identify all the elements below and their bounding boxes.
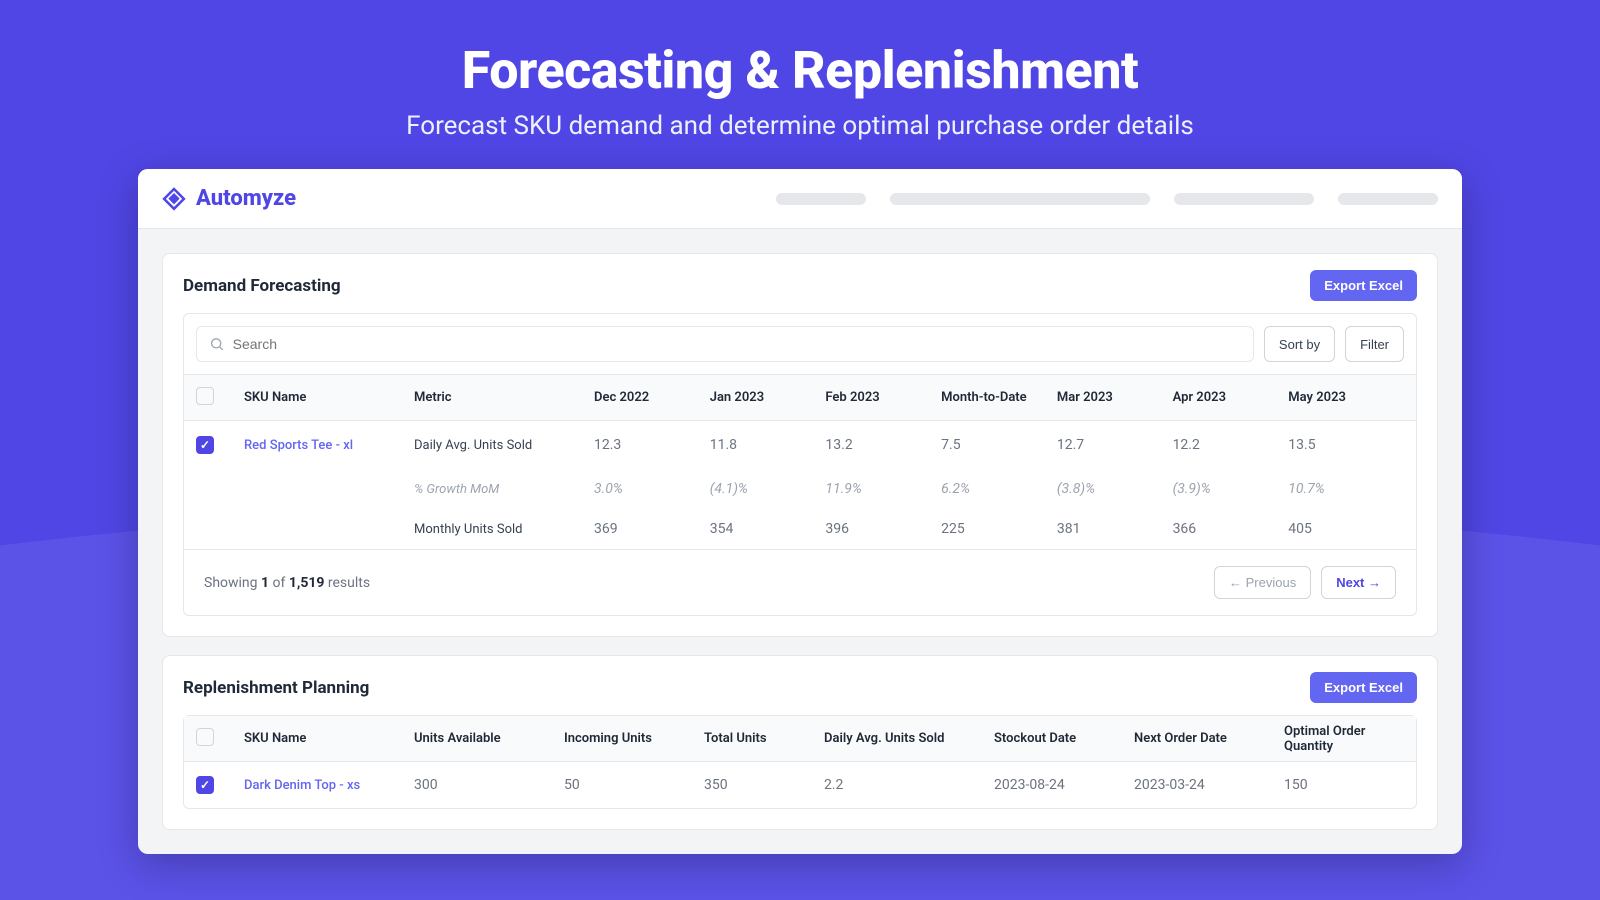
cell: (3.8)% <box>1057 481 1173 497</box>
sku-link[interactable]: Dark Denim Top - xs <box>244 778 414 793</box>
search-input[interactable] <box>233 336 1241 352</box>
sort-button[interactable]: Sort by <box>1264 326 1335 362</box>
table-row: % Growth MoM 3.0% (4.1)% 11.9% 6.2% (3.8… <box>184 469 1416 509</box>
nav-placeholder <box>1174 193 1314 205</box>
cell: (4.1)% <box>710 481 826 497</box>
replenishment-table: SKU Name Units Available Incoming Units … <box>183 715 1417 809</box>
col-mtd: Month-to-Date <box>941 390 1057 405</box>
brand-name: Automyze <box>196 186 296 211</box>
table-toolbar: Sort by Filter <box>184 314 1416 375</box>
col-sku: SKU Name <box>244 731 414 746</box>
cell: 12.7 <box>1057 437 1173 453</box>
cell: 10.7% <box>1288 481 1404 497</box>
cell: 12.2 <box>1173 437 1289 453</box>
col-sku: SKU Name <box>244 390 414 405</box>
col-mar: Mar 2023 <box>1057 390 1173 405</box>
col-stockout: Stockout Date <box>994 731 1134 746</box>
cell: 11.9% <box>825 481 941 497</box>
cell: 6.2% <box>941 481 1057 497</box>
app-window: Automyze Demand Forecasting Export Excel <box>138 169 1462 854</box>
cell: 3.0% <box>594 481 710 497</box>
cell: 300 <box>414 777 564 793</box>
col-feb: Feb 2023 <box>825 390 941 405</box>
cell: 13.2 <box>825 437 941 453</box>
cell: 11.8 <box>710 437 826 453</box>
table-row: Red Sports Tee - xl Daily Avg. Units Sol… <box>184 421 1416 469</box>
nav-placeholder <box>1338 193 1438 205</box>
metric-label: % Growth MoM <box>414 482 594 497</box>
hero-banner: Forecasting & Replenishment Forecast SKU… <box>0 0 1600 169</box>
cell: (3.9)% <box>1173 481 1289 497</box>
cell: 354 <box>710 521 826 537</box>
cell: 150 <box>1284 777 1404 793</box>
select-all-checkbox[interactable] <box>196 728 214 746</box>
forecasting-header-row: SKU Name Metric Dec 2022 Jan 2023 Feb 20… <box>184 375 1416 421</box>
hero-subtitle: Forecast SKU demand and determine optima… <box>0 111 1600 141</box>
cell: 13.5 <box>1288 437 1404 453</box>
cell: 366 <box>1173 521 1289 537</box>
cell: 405 <box>1288 521 1404 537</box>
col-total: Total Units <box>704 731 824 746</box>
nav-placeholder <box>890 193 1150 205</box>
metric-label: Daily Avg. Units Sold <box>414 438 594 453</box>
row-checkbox[interactable] <box>196 436 214 454</box>
export-excel-button[interactable]: Export Excel <box>1310 270 1417 301</box>
col-jan: Jan 2023 <box>710 390 826 405</box>
replenishment-header-row: SKU Name Units Available Incoming Units … <box>184 716 1416 762</box>
cell: 2023-08-24 <box>994 777 1134 793</box>
cell: 225 <box>941 521 1057 537</box>
col-metric: Metric <box>414 390 594 405</box>
row-checkbox[interactable] <box>196 776 214 794</box>
cell: 396 <box>825 521 941 537</box>
col-daily: Daily Avg. Units Sold <box>824 731 994 746</box>
metric-label: Monthly Units Sold <box>414 522 594 537</box>
forecasting-table: Sort by Filter SKU Name Metric Dec 2022 … <box>183 313 1417 616</box>
cell: 7.5 <box>941 437 1057 453</box>
table-row: Dark Denim Top - xs 300 50 350 2.2 2023-… <box>184 762 1416 808</box>
topbar: Automyze <box>138 169 1462 229</box>
search-input-wrap[interactable] <box>196 326 1254 362</box>
cell: 12.3 <box>594 437 710 453</box>
replenishment-title: Replenishment Planning <box>183 678 369 698</box>
diamond-icon <box>162 187 186 211</box>
col-apr: Apr 2023 <box>1173 390 1289 405</box>
export-excel-button[interactable]: Export Excel <box>1310 672 1417 703</box>
search-icon <box>209 336 225 352</box>
col-optimal: Optimal Order Quantity <box>1284 724 1404 754</box>
cell: 350 <box>704 777 824 793</box>
replenishment-panel: Replenishment Planning Export Excel SKU … <box>162 655 1438 830</box>
col-avail: Units Available <box>414 731 564 746</box>
cell: 369 <box>594 521 710 537</box>
result-count: Showing 1 of 1,519 results <box>204 575 370 591</box>
next-button[interactable]: Next → <box>1321 566 1396 599</box>
forecasting-title: Demand Forecasting <box>183 276 341 296</box>
table-row: Monthly Units Sold 369 354 396 225 381 3… <box>184 509 1416 549</box>
cell: 50 <box>564 777 704 793</box>
previous-button[interactable]: ← Previous <box>1214 566 1311 599</box>
col-dec: Dec 2022 <box>594 390 710 405</box>
col-may: May 2023 <box>1288 390 1404 405</box>
cell: 2023-03-24 <box>1134 777 1284 793</box>
cell: 2.2 <box>824 777 994 793</box>
col-incoming: Incoming Units <box>564 731 704 746</box>
sku-link[interactable]: Red Sports Tee - xl <box>244 438 414 453</box>
select-all-checkbox[interactable] <box>196 387 214 405</box>
cell: 381 <box>1057 521 1173 537</box>
pagination: Showing 1 of 1,519 results ← Previous Ne… <box>184 549 1416 615</box>
nav-placeholder <box>776 193 866 205</box>
nav-placeholders <box>776 193 1438 205</box>
brand-logo[interactable]: Automyze <box>162 186 296 211</box>
col-nextorder: Next Order Date <box>1134 731 1284 746</box>
hero-title: Forecasting & Replenishment <box>0 40 1600 101</box>
forecasting-panel: Demand Forecasting Export Excel Sort by … <box>162 253 1438 637</box>
filter-button[interactable]: Filter <box>1345 326 1404 362</box>
